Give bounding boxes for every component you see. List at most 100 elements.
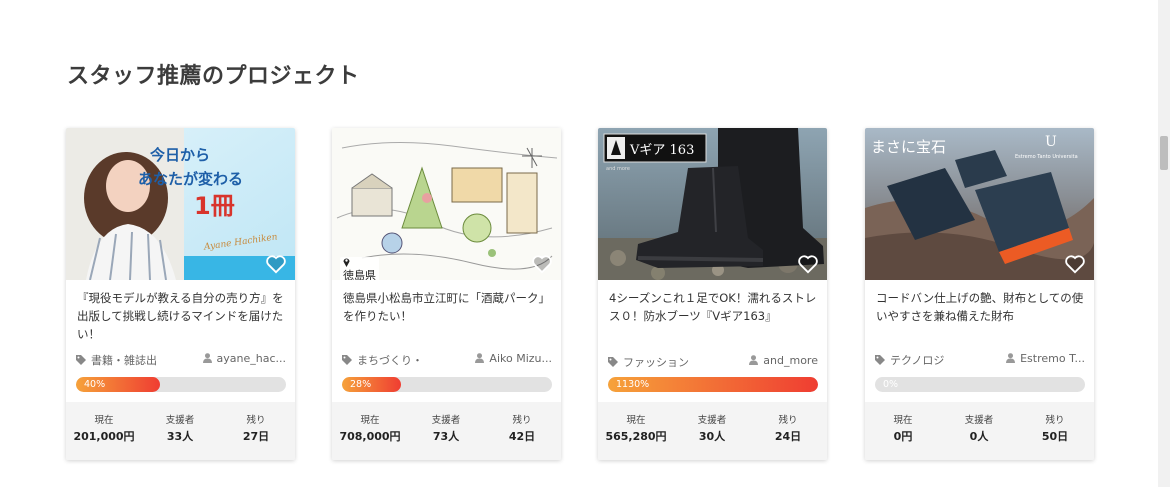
project-title[interactable]: 4シーズンこれ１足でOK！濡れるストレス０！防水ブーツ『Vギア163』 xyxy=(609,289,819,325)
thumb-headline: まさに宝石 xyxy=(871,138,946,156)
stat-value: 24日 xyxy=(774,430,802,443)
project-title[interactable]: 徳島県小松島市立江町に「酒蔵パーク」を作りたい！ xyxy=(343,289,553,325)
stat-backers: 支援者 0人 xyxy=(941,414,1017,445)
owner-name: Aiko Mizu... xyxy=(489,352,552,365)
stat-value: 0円 xyxy=(893,430,913,443)
thumb-text-line2: あなたが変わる xyxy=(138,170,243,188)
project-card[interactable]: まさに宝石 U Estremo Tanto Universita コードバン仕上… xyxy=(865,128,1094,460)
tag-icon xyxy=(76,355,86,365)
project-meta: テクノロジ Estremo T... xyxy=(875,352,1085,368)
stat-value: 33人 xyxy=(166,430,194,443)
tag-icon xyxy=(608,357,618,367)
stat-value: 201,000円 xyxy=(73,430,135,443)
project-stats: 現在 201,000円 支援者 33人 残り 27日 xyxy=(66,402,295,460)
project-card[interactable]: 徳島県 徳島県小松島市立江町に「酒蔵パーク」を作りたい！ まちづくり・ Aiko… xyxy=(332,128,561,460)
section-title: スタッフ推薦のプロジェクト xyxy=(67,64,360,89)
stat-current: 現在 708,000円 xyxy=(332,414,408,445)
stat-remaining: 残り 27日 xyxy=(218,414,294,445)
project-owner[interactable]: Aiko Mizu... xyxy=(475,352,552,365)
location-badge: 徳島県 xyxy=(340,257,379,280)
heart-icon[interactable] xyxy=(1064,254,1086,274)
project-stats: 現在 708,000円 支援者 73人 残り 42日 xyxy=(332,402,561,460)
project-owner[interactable]: ayane_hac... xyxy=(202,352,286,365)
project-title[interactable]: 『現役モデルが教える自分の売り方』を出版して挑戦し続けるマインドを届けたい！ xyxy=(77,289,287,343)
project-card[interactable]: 今日から あなたが変わる 1冊 Ayane Hachiken 『現役モデルが教え… xyxy=(66,128,295,460)
project-stats: 現在 565,280円 支援者 30人 残り 24日 xyxy=(598,402,827,460)
progress-percent: 1130% xyxy=(616,379,650,390)
stat-label: 現在 xyxy=(626,415,646,426)
heart-icon[interactable] xyxy=(797,254,819,274)
tag-icon xyxy=(875,355,885,365)
stat-value: 73人 xyxy=(432,430,460,443)
thumb-text-line3: 1冊 xyxy=(194,192,235,220)
stat-label: 現在 xyxy=(94,415,114,426)
project-category[interactable]: まちづくり・ xyxy=(342,352,423,368)
category-label: テクノロジ xyxy=(890,354,945,367)
project-meta: まちづくり・ Aiko Mizu... xyxy=(342,352,552,368)
project-thumbnail[interactable]: 今日から あなたが変わる 1冊 Ayane Hachiken xyxy=(66,128,295,280)
funding-progress-bar: 1130% xyxy=(608,377,818,392)
thumb-brand: Estremo Tanto Universita xyxy=(1015,154,1078,160)
progress-percent: 40% xyxy=(84,379,106,390)
stat-remaining: 残り 42日 xyxy=(484,414,560,445)
stat-label: 支援者 xyxy=(964,415,994,426)
thumb-text-line1: 今日から xyxy=(149,146,210,164)
stat-label: 現在 xyxy=(360,415,380,426)
heart-icon[interactable] xyxy=(265,254,287,274)
thumb-badge-text: Vギア 163 xyxy=(629,143,694,158)
stat-value: 565,280円 xyxy=(605,430,667,443)
stat-value: 50日 xyxy=(1041,430,1069,443)
stat-label: 支援者 xyxy=(431,415,461,426)
stat-remaining: 残り 50日 xyxy=(1017,414,1093,445)
owner-name: and_more xyxy=(763,354,818,367)
project-title[interactable]: コードバン仕上げの艶、財布としての使いやすさを兼ね備えた財布 xyxy=(876,289,1086,325)
heart-icon[interactable] xyxy=(531,254,553,274)
category-label: ファッション xyxy=(623,356,689,369)
stat-current: 現在 565,280円 xyxy=(598,414,674,445)
map-pin-icon xyxy=(343,258,350,267)
stat-backers: 支援者 30人 xyxy=(674,414,750,445)
progress-percent: 0% xyxy=(883,379,899,390)
stat-label: 支援者 xyxy=(697,415,727,426)
project-category[interactable]: テクノロジ xyxy=(875,352,944,368)
stat-label: 残り xyxy=(246,415,266,426)
project-owner[interactable]: Estremo T... xyxy=(1006,352,1085,365)
stat-label: 残り xyxy=(512,415,532,426)
page-scrollbar[interactable] xyxy=(1158,0,1170,487)
stat-value: 42日 xyxy=(508,430,536,443)
project-card[interactable]: Vギア 163 and more 4シーズンこれ１足でOK！濡れるストレス０！防… xyxy=(598,128,827,460)
stat-label: 残り xyxy=(778,415,798,426)
project-meta: 書籍・雑誌出 ayane_hac... xyxy=(76,352,286,368)
owner-name: ayane_hac... xyxy=(216,352,286,365)
project-thumbnail[interactable]: 徳島県 xyxy=(332,128,561,280)
project-stats: 現在 0円 支援者 0人 残り 50日 xyxy=(865,402,1094,460)
owner-name: Estremo T... xyxy=(1020,352,1085,365)
category-label: まちづくり・ xyxy=(357,354,423,367)
stat-label: 支援者 xyxy=(165,415,195,426)
stat-value: 708,000円 xyxy=(339,430,401,443)
progress-percent: 28% xyxy=(350,379,372,390)
user-icon xyxy=(1006,353,1016,363)
stat-value: 27日 xyxy=(242,430,270,443)
project-thumbnail[interactable]: Vギア 163 and more xyxy=(598,128,827,280)
thumb-brand-mark: U xyxy=(1045,134,1057,150)
funding-progress-bar: 40% xyxy=(76,377,286,392)
scrollbar-thumb[interactable] xyxy=(1160,136,1168,170)
stat-label: 残り xyxy=(1045,415,1065,426)
project-category[interactable]: ファッション xyxy=(608,354,689,370)
stat-value: 0人 xyxy=(969,430,989,443)
stat-value: 30人 xyxy=(698,430,726,443)
stat-label: 現在 xyxy=(893,415,913,426)
category-label: 書籍・雑誌出 xyxy=(91,354,157,367)
stat-backers: 支援者 33人 xyxy=(142,414,218,445)
tag-icon xyxy=(342,355,352,365)
project-thumbnail[interactable]: まさに宝石 U Estremo Tanto Universita xyxy=(865,128,1094,280)
stat-remaining: 残り 24日 xyxy=(750,414,826,445)
stat-backers: 支援者 73人 xyxy=(408,414,484,445)
project-owner[interactable]: and_more xyxy=(749,354,818,367)
funding-progress-bar: 28% xyxy=(342,377,552,392)
funding-progress-bar: 0% xyxy=(875,377,1085,392)
location-label: 徳島県 xyxy=(343,269,376,280)
user-icon xyxy=(475,353,485,363)
project-category[interactable]: 書籍・雑誌出 xyxy=(76,352,157,368)
